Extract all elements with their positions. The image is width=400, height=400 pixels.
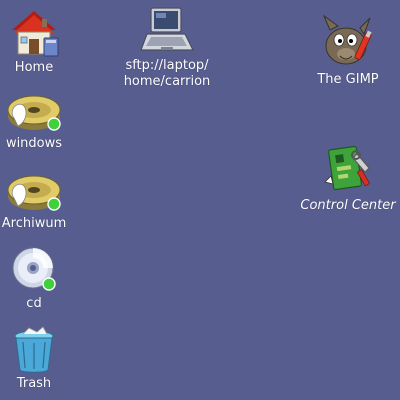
trash-icon: [14, 326, 54, 373]
desktop-icon-gimp[interactable]: The GIMP: [306, 14, 390, 88]
gimp-icon: [322, 14, 372, 65]
desktop-icon-home[interactable]: Home: [4, 8, 64, 76]
sftp-laptop-label: sftp://laptop/ home/carrion: [123, 58, 211, 89]
desktop-icon-windows[interactable]: windows: [2, 88, 66, 152]
home-icon: [12, 11, 59, 57]
cd-label: cd: [26, 296, 42, 311]
windows-label: windows: [5, 136, 63, 151]
desktop-icon-control-center[interactable]: Control Center: [298, 144, 398, 214]
desktop-icon-archiwum[interactable]: Archiwum: [0, 168, 68, 232]
trash-label: Trash: [16, 376, 52, 391]
home-label: Home: [14, 60, 54, 75]
desktop-icon-sftp-laptop[interactable]: sftp://laptop/ home/carrion: [112, 6, 222, 90]
archiwum-label: Archiwum: [1, 216, 67, 231]
desktop-icon-cd[interactable]: cd: [8, 244, 60, 312]
hard-drive-icon: [7, 175, 61, 211]
desktop-icon-trash[interactable]: Trash: [6, 326, 62, 392]
control-center-icon: [324, 145, 370, 191]
gimp-label: The GIMP: [317, 72, 379, 87]
laptop-icon: [140, 7, 194, 51]
control-center-label: Control Center: [300, 198, 396, 213]
hard-drive-icon: [7, 95, 61, 131]
cd-drive-icon: [12, 247, 56, 291]
